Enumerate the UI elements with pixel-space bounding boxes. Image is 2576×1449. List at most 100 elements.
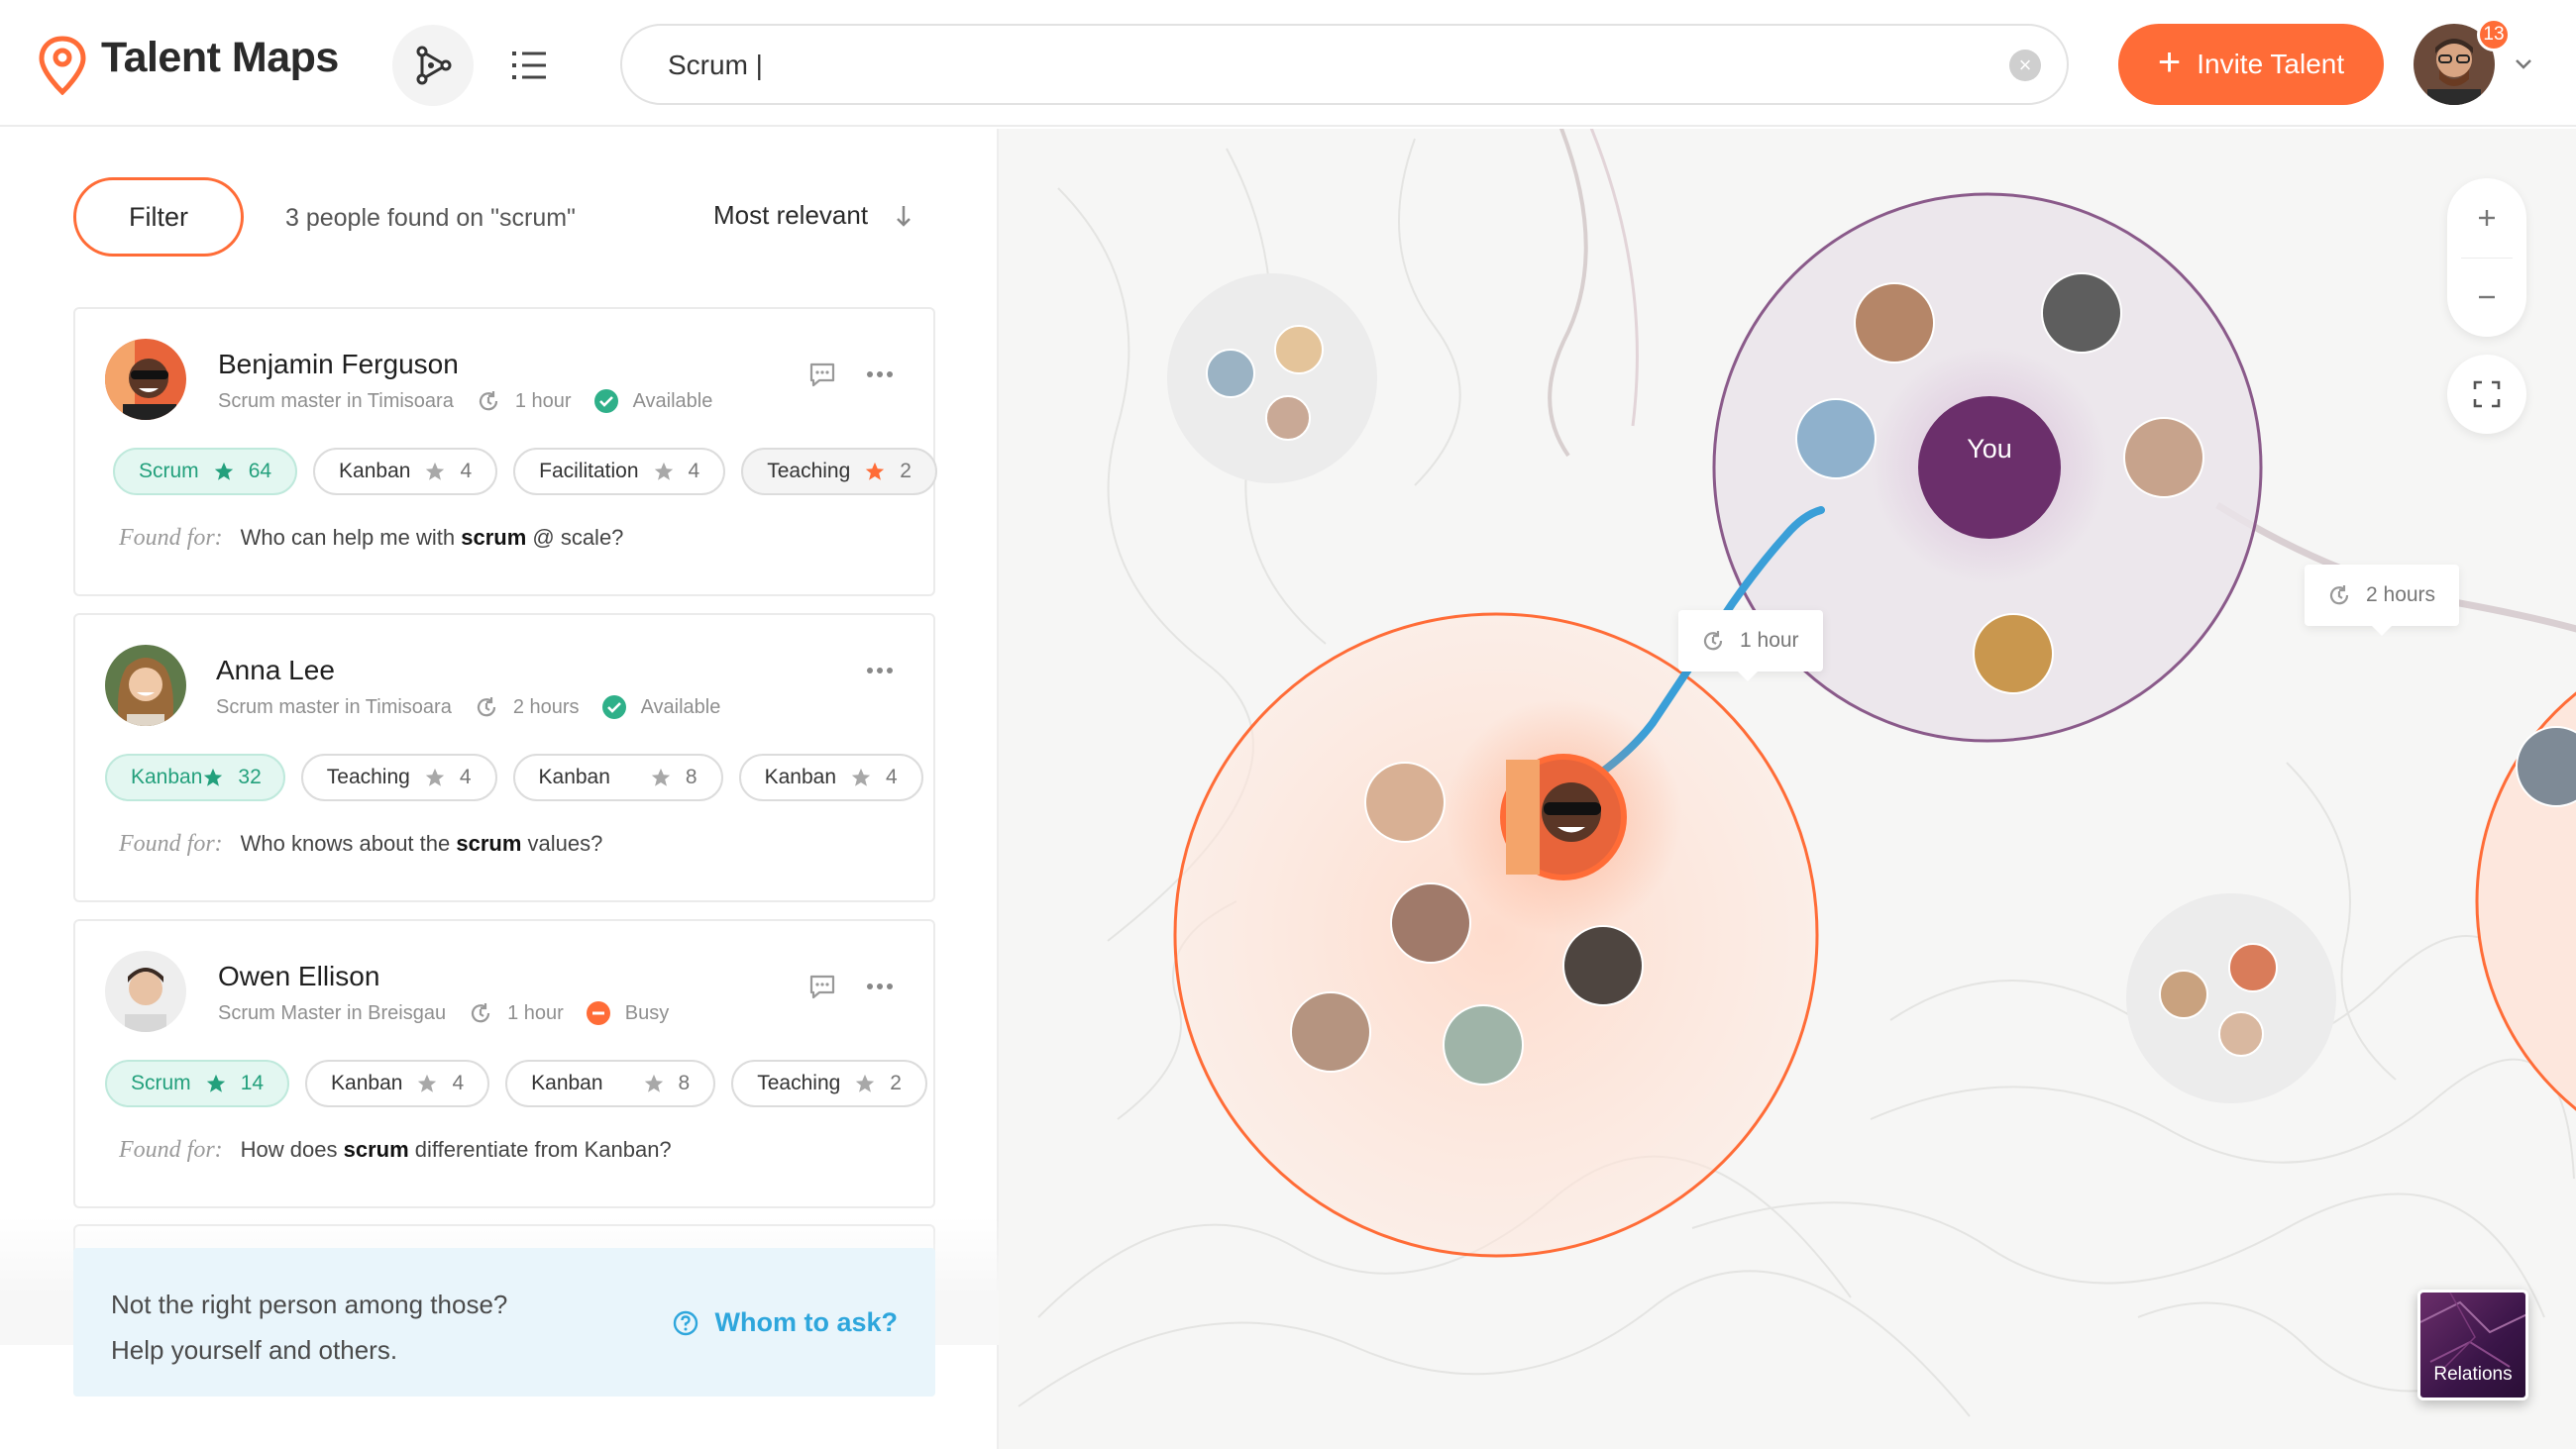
- more-options-icon[interactable]: [866, 667, 894, 674]
- notification-badge[interactable]: 13: [2477, 18, 2511, 52]
- skill-tag[interactable]: Kanban 4: [313, 448, 498, 495]
- skill-tag[interactable]: Kanban 8: [505, 1060, 716, 1107]
- star-icon: [654, 462, 673, 480]
- skill-tag[interactable]: Teaching 2: [731, 1060, 927, 1107]
- star-icon: [418, 1074, 437, 1092]
- star-icon: [856, 1074, 875, 1092]
- person-node: [1562, 925, 1644, 1006]
- person-node: [2159, 970, 2208, 1019]
- help-line-1: Not the right person among those?: [111, 1290, 508, 1319]
- person-node: [1854, 282, 1935, 363]
- arrow-down-icon: [897, 205, 911, 227]
- skill-tags: Scrum 64 Kanban 4 Facilitation 4 Teaching 2: [113, 448, 937, 495]
- person-card[interactable]: Anna Lee Scrum master in Timisoara 2 hou…: [73, 613, 935, 902]
- more-options-icon[interactable]: [866, 983, 894, 990]
- person-role: Scrum Master in Breisgau: [218, 1001, 447, 1024]
- you-label[interactable]: You: [1948, 434, 2031, 465]
- found-for: Found for: Who can help me with scrum @ s…: [119, 525, 624, 551]
- person-meta: Scrum Master in Breisgau 1 hour Busy: [218, 1000, 669, 1026]
- availability-status: Available: [640, 695, 721, 718]
- person-node: [2123, 417, 2204, 498]
- star-icon: [866, 462, 885, 480]
- sort-dropdown[interactable]: Most relevant: [713, 200, 913, 231]
- list-view-button[interactable]: [489, 25, 571, 106]
- star-icon: [206, 1074, 225, 1092]
- response-time: 2 hours: [512, 695, 580, 718]
- plus-icon: +: [2157, 41, 2182, 84]
- person-card[interactable]: Owen Ellison Scrum Master in Breisgau 1 …: [73, 919, 935, 1208]
- person-role: Scrum master in Timisoara: [216, 695, 452, 718]
- skill-tag[interactable]: Facilitation 4: [513, 448, 726, 495]
- busy-icon: [586, 1001, 610, 1025]
- talent-map[interactable]: You 1 hour 2 hours Relations: [999, 129, 2576, 1449]
- fullscreen-button[interactable]: [2447, 355, 2526, 434]
- map-canvas: [1018, 129, 2576, 1417]
- person-node: [1390, 882, 1471, 964]
- relations-layer-button[interactable]: Relations: [2417, 1290, 2528, 1400]
- chat-icon[interactable]: [808, 361, 836, 388]
- focus-cluster-bubble: [1173, 612, 1819, 1258]
- top-bar: Talent Maps × + Invite Talent: [0, 0, 2576, 127]
- person-node: [1364, 762, 1446, 843]
- zoom-in-button[interactable]: [2447, 178, 2526, 258]
- map-network-icon: [416, 46, 452, 85]
- skill-tag[interactable]: Scrum 64: [113, 448, 298, 495]
- person-role: Scrum master in Timisoara: [218, 389, 454, 412]
- skill-tag[interactable]: Kanban 32: [105, 754, 285, 801]
- person-node: [1274, 325, 1324, 374]
- sort-label: Most relevant: [713, 200, 869, 230]
- check-circle-icon: [593, 389, 618, 413]
- person-meta: Scrum master in Timisoara 1 hour Availab…: [218, 388, 712, 414]
- card-actions: [808, 973, 894, 1000]
- person-meta: Scrum master in Timisoara 2 hours Availa…: [216, 694, 720, 720]
- focus-person-node: [1500, 754, 1627, 880]
- skill-tag[interactable]: Scrum 14: [105, 1060, 290, 1107]
- minus-icon: [2479, 295, 2495, 299]
- person-name[interactable]: Owen Ellison: [218, 961, 379, 992]
- help-text: Not the right person among those? Help y…: [111, 1282, 507, 1373]
- person-name[interactable]: Benjamin Ferguson: [218, 349, 459, 380]
- brand-name: Talent Maps: [101, 34, 339, 81]
- clock-icon: [471, 1003, 490, 1023]
- help-line-2: Help yourself and others.: [111, 1335, 398, 1365]
- person-node: [1973, 613, 2054, 694]
- chevron-down-icon[interactable]: [2511, 52, 2536, 77]
- skill-tag[interactable]: Kanban 8: [512, 754, 723, 801]
- person-node: [1206, 349, 1255, 398]
- skill-tag[interactable]: Teaching 4: [300, 754, 497, 801]
- person-node: [1290, 991, 1371, 1073]
- you-node: [1918, 396, 2061, 539]
- search-input[interactable]: [668, 44, 1956, 87]
- skill-tag[interactable]: Kanban 4: [305, 1060, 490, 1107]
- person-avatar[interactable]: [105, 339, 186, 420]
- response-time: 1 hour: [514, 389, 572, 412]
- skill-tag[interactable]: Teaching 2: [741, 448, 937, 495]
- help-box: Not the right person among those? Help y…: [73, 1248, 935, 1397]
- results-count: 3 people found on "scrum": [285, 204, 576, 232]
- clock-icon: [2329, 585, 2349, 605]
- whom-to-ask-link[interactable]: Whom to ask?: [673, 1307, 898, 1338]
- cluster-bubble: [2126, 893, 2336, 1103]
- clear-search-icon[interactable]: ×: [2009, 50, 2041, 81]
- person-node: [1265, 395, 1311, 441]
- skill-tag[interactable]: Kanban 4: [738, 754, 923, 801]
- star-icon: [426, 462, 445, 480]
- skill-tags: Scrum 14 Kanban 4 Kanban 8 Teaching 2: [105, 1060, 927, 1107]
- clock-icon: [1703, 631, 1723, 651]
- list-icon: [512, 52, 546, 79]
- talent-maps-logo-icon[interactable]: [38, 36, 87, 95]
- cluster-bubble: [2475, 691, 2576, 1111]
- filter-button[interactable]: Filter: [73, 177, 244, 257]
- map-view-button[interactable]: [392, 25, 474, 106]
- person-card[interactable]: Benjamin Ferguson Scrum master in Timiso…: [73, 307, 937, 596]
- check-circle-icon: [601, 695, 626, 719]
- clock-icon: [479, 391, 497, 411]
- skill-tags: Kanban 32 Teaching 4 Kanban 8 Kanban 4: [105, 754, 923, 801]
- zoom-out-button[interactable]: [2447, 258, 2526, 337]
- invite-talent-button[interactable]: + Invite Talent: [2118, 24, 2384, 105]
- person-avatar[interactable]: [105, 951, 186, 1032]
- chat-icon[interactable]: [808, 973, 836, 1000]
- person-avatar[interactable]: [105, 645, 186, 726]
- person-name[interactable]: Anna Lee: [216, 655, 335, 686]
- more-options-icon[interactable]: [866, 370, 894, 378]
